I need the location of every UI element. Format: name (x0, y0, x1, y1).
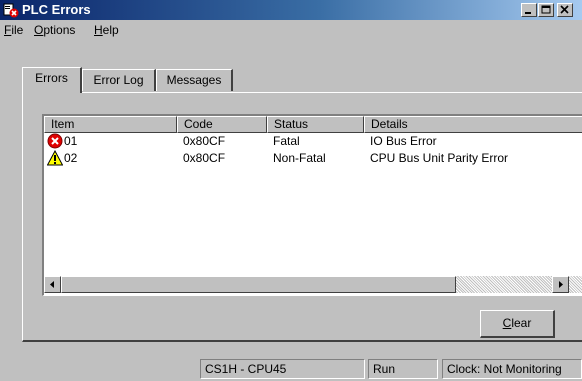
row-code: 0x80CF (183, 151, 226, 165)
menu-bar: File Options Help (0, 21, 582, 40)
column-header-code[interactable]: Code (177, 116, 267, 133)
menu-file[interactable]: File (4, 23, 23, 38)
list-header: Item Code Status Details (44, 116, 582, 133)
row-status: Non-Fatal (273, 151, 326, 165)
app-icon[interactable] (3, 2, 19, 18)
row-code: 0x80CF (183, 134, 226, 148)
maximize-button[interactable] (538, 3, 554, 17)
status-device: CS1H - CPU45 (200, 359, 365, 379)
horizontal-scrollbar[interactable] (44, 276, 582, 293)
window-title: PLC Errors (22, 2, 91, 17)
row-status: Fatal (273, 134, 300, 148)
tab-messages[interactable]: Messages (156, 69, 233, 91)
table-row[interactable]: 01 0x80CF Fatal IO Bus Error (44, 133, 582, 150)
row-item: 02 (64, 151, 78, 165)
column-header-details[interactable]: Details (364, 116, 582, 133)
minimize-button[interactable] (521, 3, 537, 17)
scroll-thumb[interactable] (61, 276, 456, 293)
status-mode: Run (368, 359, 438, 379)
close-button[interactable] (557, 3, 573, 17)
warning-icon (46, 149, 64, 166)
menu-options[interactable]: Options (34, 23, 75, 38)
error-list[interactable]: Item Code Status Details 01 0x80CF Fatal… (42, 114, 582, 296)
scroll-left-button[interactable] (44, 276, 61, 293)
tab-errors[interactable]: Errors (22, 67, 82, 93)
tab-error-log[interactable]: Error Log (82, 69, 156, 91)
menu-help[interactable]: Help (94, 23, 119, 38)
column-header-item[interactable]: Item (44, 116, 177, 133)
status-clock: Clock: Not Monitoring (442, 359, 582, 379)
scroll-right-button[interactable] (552, 276, 569, 293)
error-icon (47, 133, 63, 149)
column-header-status[interactable]: Status (267, 116, 364, 133)
table-row[interactable]: 02 0x80CF Non-Fatal CPU Bus Unit Parity … (44, 149, 582, 167)
row-details: IO Bus Error (370, 134, 437, 148)
row-details: CPU Bus Unit Parity Error (370, 151, 509, 165)
clear-button[interactable]: Clear (480, 310, 555, 338)
row-item: 01 (64, 134, 78, 148)
